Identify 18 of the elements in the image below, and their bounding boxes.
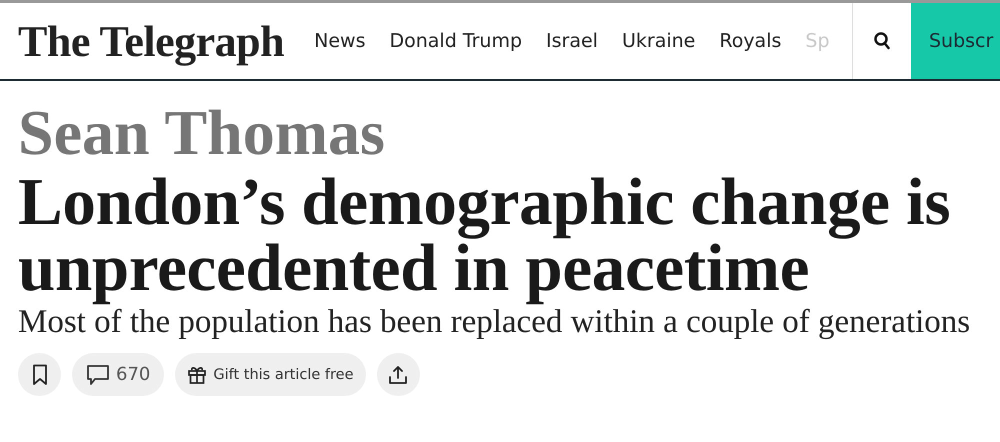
author-name[interactable]: Sean Thomas (18, 103, 1000, 163)
share-icon (388, 364, 408, 384)
nav-link[interactable]: Israel (546, 30, 598, 52)
nav-link[interactable]: Ukraine (622, 30, 696, 52)
gift-icon (187, 364, 208, 384)
nav-link[interactable]: Donald Trump (389, 30, 522, 52)
subscribe-button[interactable]: Subscr (911, 3, 1000, 79)
comments-button[interactable]: 670 (72, 353, 164, 396)
nav-link[interactable]: News (314, 30, 366, 52)
nav-link[interactable]: Royals (719, 30, 782, 52)
gift-button[interactable]: Gift this article free (175, 353, 366, 396)
standfirst: Most of the population has been replaced within a couple of generations (18, 305, 972, 339)
site-logo[interactable]: The Telegraph (18, 16, 284, 66)
speech-bubble-icon (86, 364, 110, 386)
bookmark-icon (32, 364, 48, 386)
bookmark-button[interactable] (18, 353, 61, 396)
search-icon[interactable] (873, 31, 891, 51)
share-button[interactable] (376, 353, 420, 396)
